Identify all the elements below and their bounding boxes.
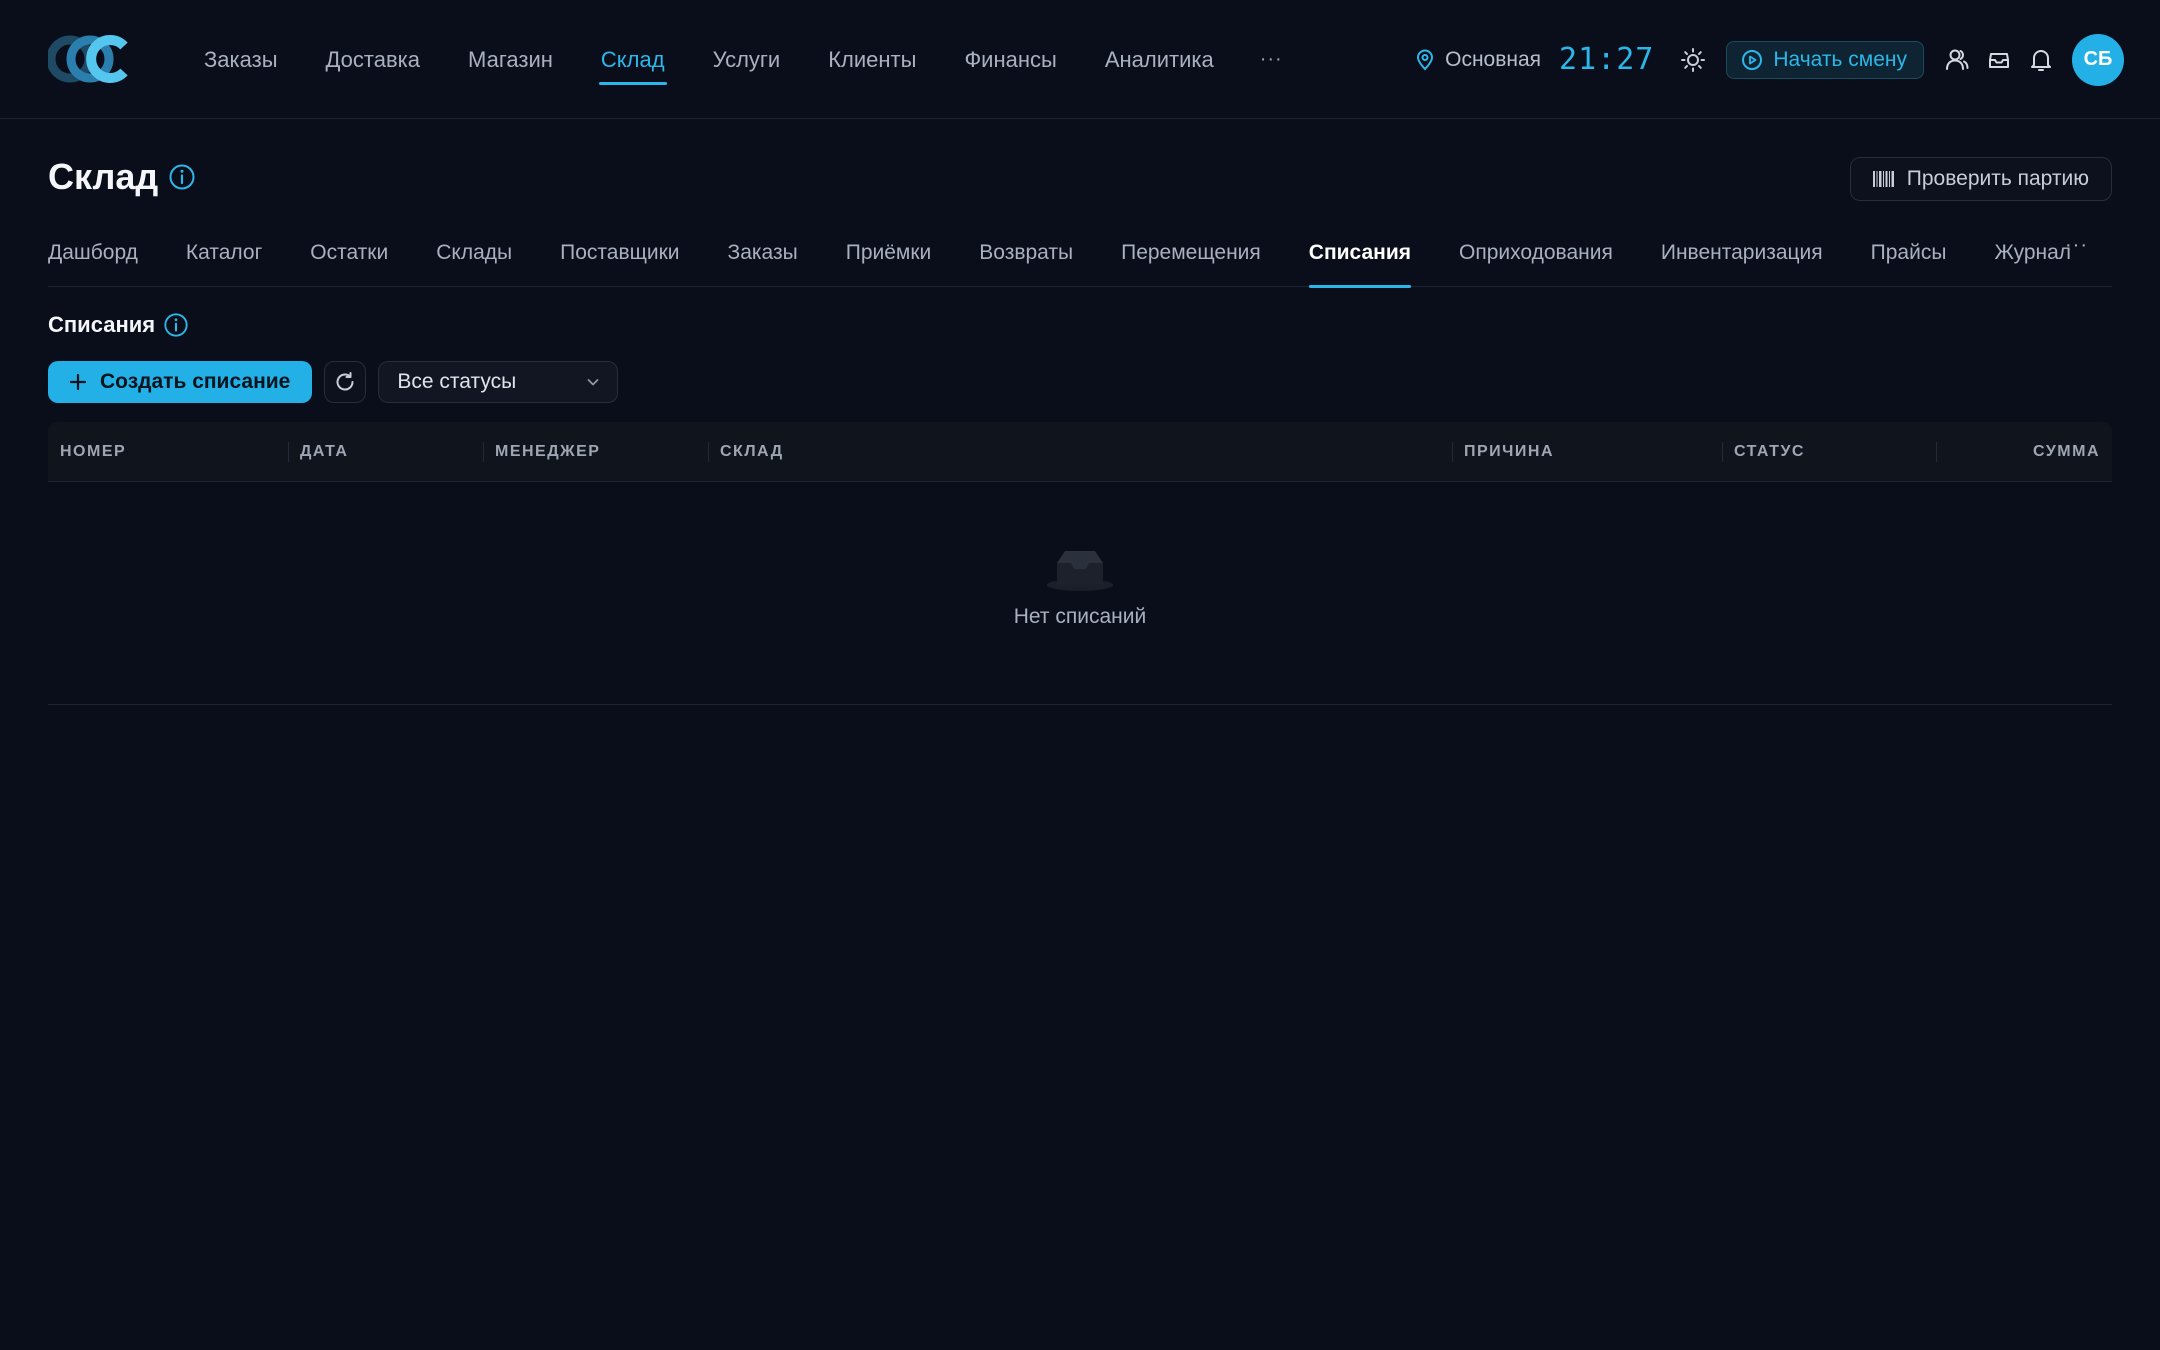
nav-finance[interactable]: Финансы — [964, 0, 1056, 119]
inbox-icon — [1989, 52, 2009, 68]
tab-write-offs[interactable]: Списания — [1308, 222, 1412, 288]
tab-stock[interactable]: Остатки — [310, 222, 388, 287]
nav-orders[interactable]: Заказы — [204, 0, 278, 119]
tab-returns[interactable]: Возвраты — [979, 222, 1073, 287]
write-offs-toolbar: Создать списание Все статусы — [48, 361, 619, 403]
plus-icon — [69, 373, 87, 391]
tab-suppliers[interactable]: Поставщики — [560, 222, 679, 287]
tab-price-lists[interactable]: Прайсы — [1871, 222, 1947, 287]
column-status[interactable]: СТАТУС — [1722, 422, 1805, 482]
nav-clients[interactable]: Клиенты — [828, 0, 916, 119]
tab-warehouses[interactable]: Склады — [436, 222, 512, 287]
barcode-icon — [1872, 171, 1894, 187]
users-button[interactable] — [1940, 43, 1974, 77]
empty-inbox-icon — [1047, 551, 1113, 591]
create-write-off-button[interactable]: Создать списание — [48, 361, 313, 403]
refresh-icon — [336, 372, 354, 391]
section-title: Списания — [48, 312, 189, 338]
tab-postings[interactable]: Оприходования — [1459, 222, 1613, 287]
tab-transfers[interactable]: Перемещения — [1121, 222, 1261, 287]
empty-state-text: Нет списаний — [1013, 605, 1147, 628]
top-bar: Заказы Доставка Магазин Склад Услуги Кли… — [0, 0, 2160, 119]
top-right-controls: Основная 21:27 Начать смену СБ — [1415, 0, 2124, 119]
check-batch-label: Проверить партию — [1906, 167, 2089, 190]
start-shift-label: Начать смену — [1773, 47, 1907, 71]
location-label: Основная — [1445, 47, 1542, 71]
tabs-more-button[interactable]: ··· — [2065, 234, 2088, 257]
main-nav: Заказы Доставка Магазин Склад Услуги Кли… — [180, 0, 1283, 119]
bell-icon — [2031, 49, 2051, 71]
column-date[interactable]: ДАТА — [287, 422, 348, 482]
table-header: НОМЕР ДАТА МЕНЕДЖЕР СКЛАД ПРИЧИНА СТАТУС… — [48, 422, 2112, 482]
notifications-button[interactable] — [2024, 43, 2058, 77]
tab-catalog[interactable]: Каталог — [186, 222, 262, 287]
page-title-text: Склад — [48, 156, 159, 197]
column-manager[interactable]: МЕНЕДЖЕР — [482, 422, 600, 482]
check-batch-button[interactable]: Проверить партию — [1849, 157, 2112, 201]
start-shift-button[interactable]: Начать смену — [1726, 40, 1924, 79]
nav-analytics[interactable]: Аналитика — [1105, 0, 1214, 119]
inbox-button[interactable] — [1982, 43, 2016, 77]
section-title-text: Списания — [48, 312, 156, 337]
status-filter-select[interactable]: Все статусы — [378, 361, 619, 403]
write-offs-table: НОМЕР ДАТА МЕНЕДЖЕР СКЛАД ПРИЧИНА СТАТУС… — [48, 422, 2112, 705]
tab-receipts[interactable]: Приёмки — [846, 222, 932, 287]
empty-state: Нет списаний — [48, 547, 2112, 629]
app-logo[interactable] — [48, 34, 134, 84]
user-avatar[interactable]: СБ — [2072, 33, 2124, 86]
location-pin-icon — [1417, 49, 1434, 70]
info-icon[interactable] — [168, 163, 196, 191]
info-icon[interactable] — [163, 312, 189, 338]
tab-dashboard[interactable]: Дашборд — [48, 222, 138, 287]
location-selector[interactable]: Основная — [1415, 48, 1541, 72]
clock: 21:27 — [1559, 42, 1655, 77]
create-write-off-label: Создать списание — [100, 370, 291, 393]
column-number[interactable]: НОМЕР — [60, 422, 126, 482]
tab-inventory[interactable]: Инвентаризация — [1661, 222, 1823, 287]
refresh-button[interactable] — [324, 361, 367, 403]
nav-delivery[interactable]: Доставка — [326, 0, 420, 119]
nav-more-button[interactable]: ··· — [1260, 48, 1283, 71]
column-amount[interactable]: СУММА — [1936, 422, 2100, 482]
tab-journal[interactable]: Журнал — [1994, 222, 2071, 287]
sun-icon — [1681, 47, 1706, 72]
tab-orders[interactable]: Заказы — [728, 222, 798, 287]
warehouse-tabs: Дашборд Каталог Остатки Склады Поставщик… — [48, 222, 2112, 288]
nav-warehouse[interactable]: Склад — [598, 0, 667, 119]
column-warehouse[interactable]: СКЛАД — [708, 422, 784, 482]
chevron-down-icon — [587, 379, 599, 386]
users-icon — [1946, 49, 1969, 70]
play-circle-icon — [1742, 49, 1763, 70]
status-filter-value: Все статусы — [397, 370, 517, 393]
column-reason[interactable]: ПРИЧИНА — [1451, 422, 1554, 482]
nav-services[interactable]: Услуги — [713, 0, 781, 119]
nav-shop[interactable]: Магазин — [468, 0, 553, 119]
page-title: Склад — [48, 156, 196, 198]
top-icon-group — [1940, 43, 2058, 77]
theme-toggle-button[interactable] — [1676, 43, 1710, 77]
